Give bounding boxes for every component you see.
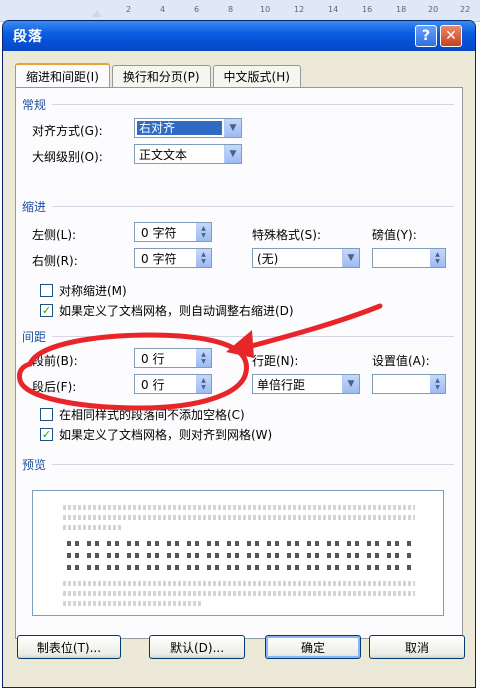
- space-after-spinner[interactable]: 0 行 ▲ ▼: [134, 374, 212, 394]
- special-indent-value: (无): [257, 251, 279, 266]
- no-space-same-style-label: 在相同样式的段落间不添加空格(C): [59, 408, 245, 422]
- chevron-down-icon[interactable]: ▼: [224, 145, 241, 163]
- ruler-number: 18: [396, 5, 407, 14]
- title-bar[interactable]: 段落: [3, 21, 475, 51]
- ruler-number: 10: [260, 5, 271, 14]
- ruler-number: 22: [460, 5, 471, 14]
- checkbox-box[interactable]: [40, 408, 53, 421]
- section-spacing-title: 间距: [22, 330, 47, 344]
- preview-text-line: [63, 591, 415, 596]
- ruler-number: 12: [294, 5, 305, 14]
- preview-text-line: [63, 601, 203, 606]
- snap-to-grid-checkbox[interactable]: ✓ 如果定义了文档网格，则对齐到网格(W): [40, 426, 272, 443]
- ruler-number: 4: [160, 5, 166, 14]
- spin-arrows-icon[interactable]: ▲ ▼: [196, 375, 211, 393]
- special-indent-select[interactable]: (无) ▼: [252, 248, 360, 268]
- section-general-title: 常规: [22, 98, 47, 112]
- indent-by-spinner[interactable]: ▲ ▼: [372, 248, 446, 268]
- space-after-value: 0 行: [141, 377, 165, 392]
- indent-right-spinner[interactable]: 0 字符 ▲ ▼: [134, 248, 212, 268]
- indent-right-value: 0 字符: [141, 251, 177, 266]
- preview-text-line: [67, 553, 415, 558]
- checkbox-box[interactable]: [40, 284, 53, 297]
- outline-level-select[interactable]: 正文文本 ▼: [134, 144, 242, 164]
- spin-arrows-icon[interactable]: ▲ ▼: [196, 223, 211, 241]
- tab-indents-spacing[interactable]: 缩进和间距(I): [15, 63, 110, 87]
- preview-text-line: [63, 515, 415, 520]
- chevron-down-icon[interactable]: ▼: [342, 249, 359, 267]
- tabs-button[interactable]: 制表位(T)...: [17, 635, 121, 659]
- preview-box: [32, 490, 444, 616]
- special-indent-label: 特殊格式(S):: [252, 228, 322, 242]
- preview-text-line: [67, 541, 415, 546]
- line-spacing-select[interactable]: 单倍行距 ▼: [252, 374, 360, 394]
- space-before-label: 段前(B):: [32, 354, 78, 368]
- space-after-label: 段后(F):: [32, 380, 77, 394]
- section-preview-title: 预览: [22, 458, 47, 472]
- indent-by-label: 磅值(Y):: [372, 228, 417, 242]
- help-button[interactable]: ?: [415, 25, 437, 47]
- ruler: 2 4 6 8 10 12 14 16 18 20 22: [0, 0, 480, 22]
- spacing-at-spinner[interactable]: ▲ ▼: [372, 374, 446, 394]
- help-icon: ?: [421, 28, 431, 44]
- indent-right-label: 右侧(R):: [32, 254, 78, 268]
- no-space-same-style-checkbox[interactable]: 在相同样式的段落间不添加空格(C): [40, 406, 245, 423]
- space-before-spinner[interactable]: 0 行 ▲ ▼: [134, 348, 212, 368]
- snap-to-grid-label: 如果定义了文档网格，则对齐到网格(W): [59, 428, 273, 442]
- spin-arrows-icon[interactable]: ▲ ▼: [430, 249, 445, 267]
- tab-asian-typography[interactable]: 中文版式(H): [212, 65, 301, 87]
- spin-arrows-icon[interactable]: ▲ ▼: [196, 249, 211, 267]
- preview-text-line: [63, 525, 123, 530]
- preview-text-line: [63, 505, 415, 510]
- section-divider: [52, 104, 454, 105]
- chevron-down-icon[interactable]: ▼: [224, 119, 241, 137]
- spin-arrows-icon[interactable]: ▲ ▼: [196, 349, 211, 367]
- outline-level-label: 大纲级别(O):: [32, 150, 103, 164]
- space-before-value: 0 行: [141, 351, 165, 366]
- section-divider: [52, 206, 454, 207]
- close-icon: ✕: [445, 28, 457, 44]
- mirror-indents-label: 对称缩进(M): [59, 284, 127, 298]
- chevron-down-icon[interactable]: ▼: [342, 375, 359, 393]
- paragraph-dialog: 段落 ? ✕ 缩进和间距(I) 换行和分页(P) 中文版式(H) 常规 对齐方式…: [2, 20, 476, 688]
- indent-left-value: 0 字符: [141, 225, 177, 240]
- spacing-at-label: 设置值(A):: [372, 354, 430, 368]
- auto-adjust-right-indent-label: 如果定义了文档网格，则自动调整右缩进(D): [59, 304, 294, 318]
- auto-adjust-right-indent-checkbox[interactable]: ✓ 如果定义了文档网格，则自动调整右缩进(D): [40, 302, 294, 319]
- indent-marker-icon[interactable]: [92, 10, 102, 17]
- line-spacing-value: 单倍行距: [257, 377, 306, 392]
- line-spacing-label: 行距(N):: [252, 354, 299, 368]
- checkmark-icon[interactable]: ✓: [40, 304, 53, 317]
- alignment-value: 右对齐: [137, 121, 222, 135]
- tab-panel: 常规 对齐方式(G): 右对齐 ▼ 大纲级别(O): 正文文本 ▼ 缩进 左侧(…: [15, 87, 463, 639]
- set-default-button[interactable]: 默认(D)...: [149, 635, 245, 659]
- indent-left-label: 左侧(L):: [32, 228, 77, 242]
- ruler-number: 14: [328, 5, 339, 14]
- dialog-title: 段落: [13, 29, 43, 45]
- outline-level-value: 正文文本: [139, 147, 188, 162]
- ruler-number: 8: [228, 5, 234, 14]
- tab-strip: 缩进和间距(I) 换行和分页(P) 中文版式(H): [15, 63, 303, 87]
- tab-line-page-breaks[interactable]: 换行和分页(P): [111, 65, 211, 87]
- close-button[interactable]: ✕: [440, 25, 462, 47]
- section-divider: [52, 336, 454, 337]
- preview-text-line: [63, 581, 415, 586]
- mirror-indents-checkbox[interactable]: 对称缩进(M): [40, 282, 127, 299]
- cancel-button[interactable]: 取消: [369, 635, 465, 659]
- checkmark-icon[interactable]: ✓: [40, 428, 53, 441]
- ok-button[interactable]: 确定: [265, 635, 361, 659]
- ruler-number: 2: [126, 5, 132, 14]
- alignment-label: 对齐方式(G):: [32, 124, 103, 138]
- section-indent-title: 缩进: [22, 200, 47, 214]
- preview-text-line: [67, 565, 415, 570]
- indent-left-spinner[interactable]: 0 字符 ▲ ▼: [134, 222, 212, 242]
- alignment-select[interactable]: 右对齐 ▼: [134, 118, 242, 138]
- spin-arrows-icon[interactable]: ▲ ▼: [430, 375, 445, 393]
- ruler-number: 20: [428, 5, 439, 14]
- section-divider: [52, 464, 454, 465]
- ruler-number: 6: [194, 5, 200, 14]
- ruler-number: 16: [362, 5, 373, 14]
